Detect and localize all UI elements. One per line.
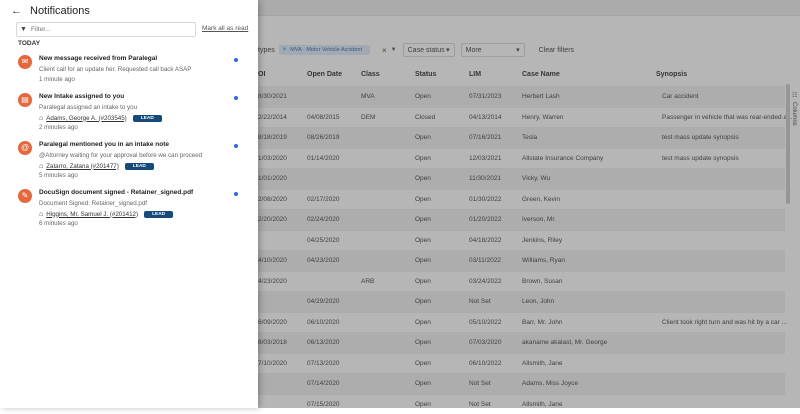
notification-case: ⌂ Higgins, Mr. Samuel J. (#201412) LEAD xyxy=(39,209,173,219)
case-link[interactable]: Adams, George A. (#203545) xyxy=(46,115,127,122)
notification-filter: ▼ xyxy=(16,22,196,37)
mark-all-read-link[interactable]: Mark all as read xyxy=(202,25,248,32)
notification-time: 2 minutes ago xyxy=(39,124,78,131)
notification-body: @Attorney waiting for your approval befo… xyxy=(39,152,202,159)
notification-body: Client call for an update her. Requested… xyxy=(39,66,191,73)
lead-badge: LEAD xyxy=(144,211,173,218)
pen-signature-icon: ✎ xyxy=(18,189,32,203)
inbox-icon: ⌂ xyxy=(39,163,43,170)
case-link[interactable]: Higgins, Mr. Samuel J. (#201412) xyxy=(46,211,138,218)
filter-funnel-icon: ▼ xyxy=(20,26,27,33)
notification-item[interactable]: ▤ New Intake assigned to you Paralegal a… xyxy=(18,93,243,131)
message-icon: ✉ xyxy=(18,55,32,69)
unread-dot xyxy=(234,96,238,100)
notification-title: DocuSign document signed - Retainer_sign… xyxy=(39,189,193,196)
notification-title: New message received from Paralegal xyxy=(39,55,157,62)
lead-badge: LEAD xyxy=(133,115,162,122)
notification-time: 6 minutes ago xyxy=(39,220,78,227)
modal-overlay[interactable] xyxy=(258,0,800,408)
case-link[interactable]: Zatarro, Zatana (#201477) xyxy=(46,163,119,170)
inbox-icon: ⌂ xyxy=(39,211,43,218)
unread-dot xyxy=(234,192,238,196)
section-today-label: TODAY xyxy=(18,40,40,47)
notification-time: 1 minute ago xyxy=(39,76,75,83)
notification-item[interactable]: ✉ New message received from Paralegal Cl… xyxy=(18,55,243,83)
panel-header: ← Notifications xyxy=(0,0,258,22)
back-arrow-icon[interactable]: ← xyxy=(11,5,22,17)
unread-dot xyxy=(234,58,238,62)
intake-icon: ▤ xyxy=(18,93,32,107)
notification-item[interactable]: ✎ DocuSign document signed - Retainer_si… xyxy=(18,189,243,227)
notification-case: ⌂ Adams, George A. (#203545) LEAD xyxy=(39,113,162,123)
notification-title: New Intake assigned to you xyxy=(39,93,124,100)
notification-item[interactable]: @ Paralegal mentioned you in an intake n… xyxy=(18,141,243,179)
notification-time: 5 minutes ago xyxy=(39,172,78,179)
filter-input[interactable] xyxy=(27,24,191,35)
notification-body: Paralegal assigned an intake to you xyxy=(39,104,137,111)
notification-case: ⌂ Zatarro, Zatana (#201477) LEAD xyxy=(39,161,154,171)
lead-badge: LEAD xyxy=(125,163,154,170)
unread-dot xyxy=(234,144,238,148)
notification-body: Document Signed: Retainer_signed.pdf xyxy=(39,200,147,207)
notification-title: Paralegal mentioned you in an intake not… xyxy=(39,141,169,148)
panel-title: Notifications xyxy=(30,5,90,17)
inbox-icon: ⌂ xyxy=(39,115,43,122)
at-mention-icon: @ xyxy=(18,141,32,155)
notifications-panel: ← Notifications ▼ Mark all as read TODAY… xyxy=(0,0,258,408)
